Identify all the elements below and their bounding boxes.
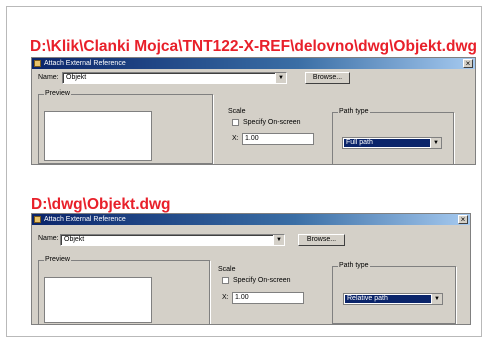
path-type-label: Path type <box>338 262 370 269</box>
scale-label: Scale <box>218 266 236 273</box>
path-type-label: Path type <box>338 108 370 115</box>
preview-label: Preview <box>44 90 71 97</box>
x-scale-input[interactable]: 1.00 <box>242 133 314 145</box>
dialog-titlebar: Attach External Reference × <box>32 58 475 69</box>
path-type-select[interactable]: Full path ▼ <box>342 137 442 149</box>
dialog-titlebar: Attach External Reference × <box>32 214 470 225</box>
x-scale-label: X: <box>232 135 239 142</box>
browse-button[interactable]: Browse... <box>305 72 350 84</box>
chevron-down-icon[interactable]: ▼ <box>432 294 442 304</box>
close-button[interactable]: × <box>458 215 468 224</box>
path-caption-relative: D:\dwg\Objekt.dwg <box>31 196 171 213</box>
preview-label: Preview <box>44 256 71 263</box>
specify-onscreen-checkbox[interactable] <box>222 277 229 284</box>
preview-area <box>44 111 152 161</box>
name-combobox[interactable]: Objekt ▼ <box>60 234 285 246</box>
path-type-group: Path type Relative path ▼ <box>332 262 456 324</box>
close-button[interactable]: × <box>463 59 473 68</box>
attach-xref-dialog-relative-path: Attach External Reference × Name: Objekt… <box>31 213 471 325</box>
dialog-title: Attach External Reference <box>44 216 126 223</box>
name-value: Objekt <box>64 236 85 243</box>
x-scale-label: X: <box>222 294 229 301</box>
path-caption-full: D:\Klik\Clanki Mojca\TNT122-X-REF\delovn… <box>30 38 477 55</box>
specify-onscreen-label: Specify On-screen <box>233 277 291 284</box>
preview-group: Preview <box>38 90 213 164</box>
path-type-value: Relative path <box>345 295 431 303</box>
path-type-value: Full path <box>344 139 430 147</box>
name-label: Name: <box>38 235 59 242</box>
scale-label: Scale <box>228 108 246 115</box>
preview-area <box>44 277 152 323</box>
chevron-down-icon[interactable]: ▼ <box>275 73 286 83</box>
attach-xref-dialog-full-path: Attach External Reference × Name: Objekt… <box>31 57 476 165</box>
chevron-down-icon[interactable]: ▼ <box>431 138 441 148</box>
name-value: Objekt <box>66 74 87 81</box>
specify-onscreen-label: Specify On-screen <box>243 119 301 126</box>
dialog-title: Attach External Reference <box>44 60 126 67</box>
path-type-select[interactable]: Relative path ▼ <box>343 293 443 305</box>
name-label: Name: <box>38 74 59 81</box>
path-type-group: Path type Full path ▼ <box>332 108 454 164</box>
xref-icon <box>34 60 41 67</box>
x-scale-input[interactable]: 1.00 <box>232 292 304 304</box>
browse-button[interactable]: Browse... <box>298 234 345 246</box>
preview-group: Preview <box>38 256 210 324</box>
specify-onscreen-checkbox[interactable] <box>232 119 239 126</box>
xref-icon <box>34 216 41 223</box>
name-combobox[interactable]: Objekt ▼ <box>62 72 287 84</box>
chevron-down-icon[interactable]: ▼ <box>273 235 284 245</box>
